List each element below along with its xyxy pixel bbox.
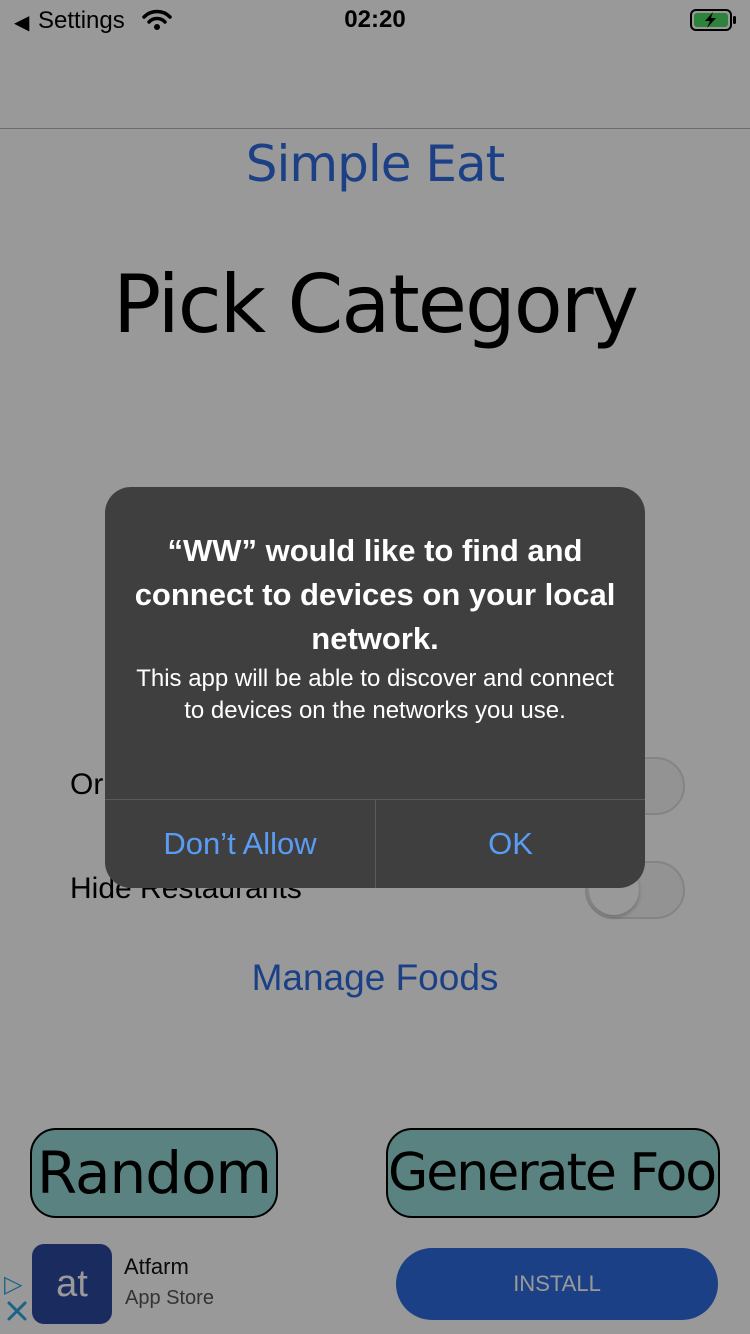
ok-button[interactable]: OK: [376, 800, 645, 888]
dont-allow-button[interactable]: Don’t Allow: [105, 800, 375, 888]
alert-message: This app will be able to discover and co…: [136, 665, 614, 724]
alert-title: “WW” would like to find and connect to d…: [134, 533, 616, 656]
local-network-permission-alert: “WW” would like to find and connect to d…: [105, 487, 645, 888]
